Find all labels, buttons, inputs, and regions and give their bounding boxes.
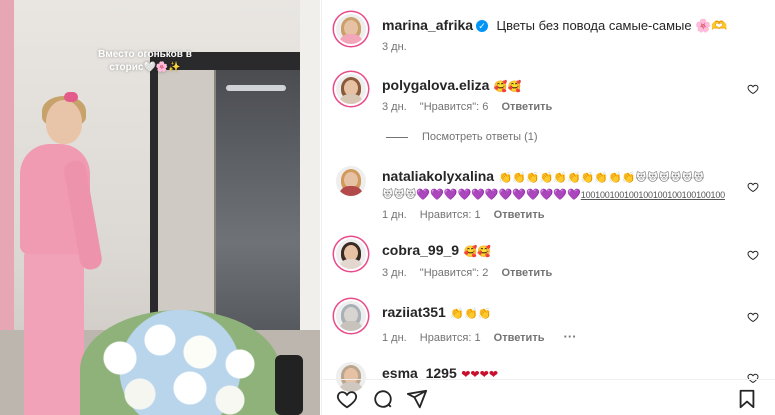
dark-vase [275,355,303,415]
heart-icon[interactable] [336,388,358,410]
verified-icon: ✓ [476,20,489,32]
comments-panel: marina_afrika ✓ Цветы без повода самые-са… [321,0,775,415]
comment-likes[interactable]: "Нравится": 6 [420,101,489,113]
reply-button[interactable]: Ответить [501,101,552,113]
comment-age: 1 дн. [382,332,407,344]
post-age: 3 дн. [382,41,407,53]
avatar[interactable] [336,166,366,196]
author-avatar[interactable] [336,14,366,44]
reply-button[interactable]: Ответить [494,209,545,221]
author-username[interactable]: marina_afrika [382,17,473,33]
bookmark-icon[interactable] [736,388,758,410]
heart-icon[interactable] [747,83,759,95]
action-bar [322,379,775,415]
comment-text: 👏👏👏 [450,307,492,320]
post-caption: Цветы без повода самые-самые 🌸🫶 [496,18,728,33]
heart-icon[interactable] [747,181,759,193]
comment-text: 👏👏👏👏👏👏👏👏👏👏 [498,171,636,184]
comment-username[interactable]: nataliakolyxalina [382,168,494,184]
share-icon[interactable] [406,388,428,410]
comment-username[interactable]: polygalova.eliza [382,77,489,93]
media-caption: Вместо огоньков в сторис🤍🌸✨ [98,49,192,73]
reply-button[interactable]: Ответить [494,332,545,344]
comment-text: 🥰🥰 [463,245,491,258]
comment-username[interactable]: raziiat351 [382,304,446,320]
comment-age: 1 дн. [382,209,407,221]
heart-icon[interactable] [747,311,759,323]
more-options-button[interactable]: ··· [564,329,577,344]
comment-age: 3 дн. [382,101,407,113]
heart-icon[interactable] [747,249,759,261]
comment-likes[interactable]: "Нравится": 2 [420,267,489,279]
comment-likes[interactable]: Нравится: 1 [420,209,481,221]
comment-username[interactable]: cobra_99_9 [382,242,459,258]
post-media[interactable]: Вместо огоньков в сторис🤍🌸✨ [0,0,320,415]
reply-button[interactable]: Ответить [501,267,552,279]
comment-icon[interactable] [372,388,394,410]
comment-text: 🥰🥰 [493,80,522,93]
comment-likes[interactable]: Нравится: 1 [420,332,481,344]
avatar[interactable] [336,301,366,331]
comment-text-cont: 😻😻😻💜💜💜💜💜💜💜💜💜💜💜💜1001001001001001001001001… [382,188,725,201]
avatar[interactable] [336,74,366,104]
view-replies-button[interactable]: Посмотреть ответы (1) [386,131,538,143]
hall-light [226,85,286,91]
comment-age: 3 дн. [382,267,407,279]
avatar[interactable] [336,239,366,269]
